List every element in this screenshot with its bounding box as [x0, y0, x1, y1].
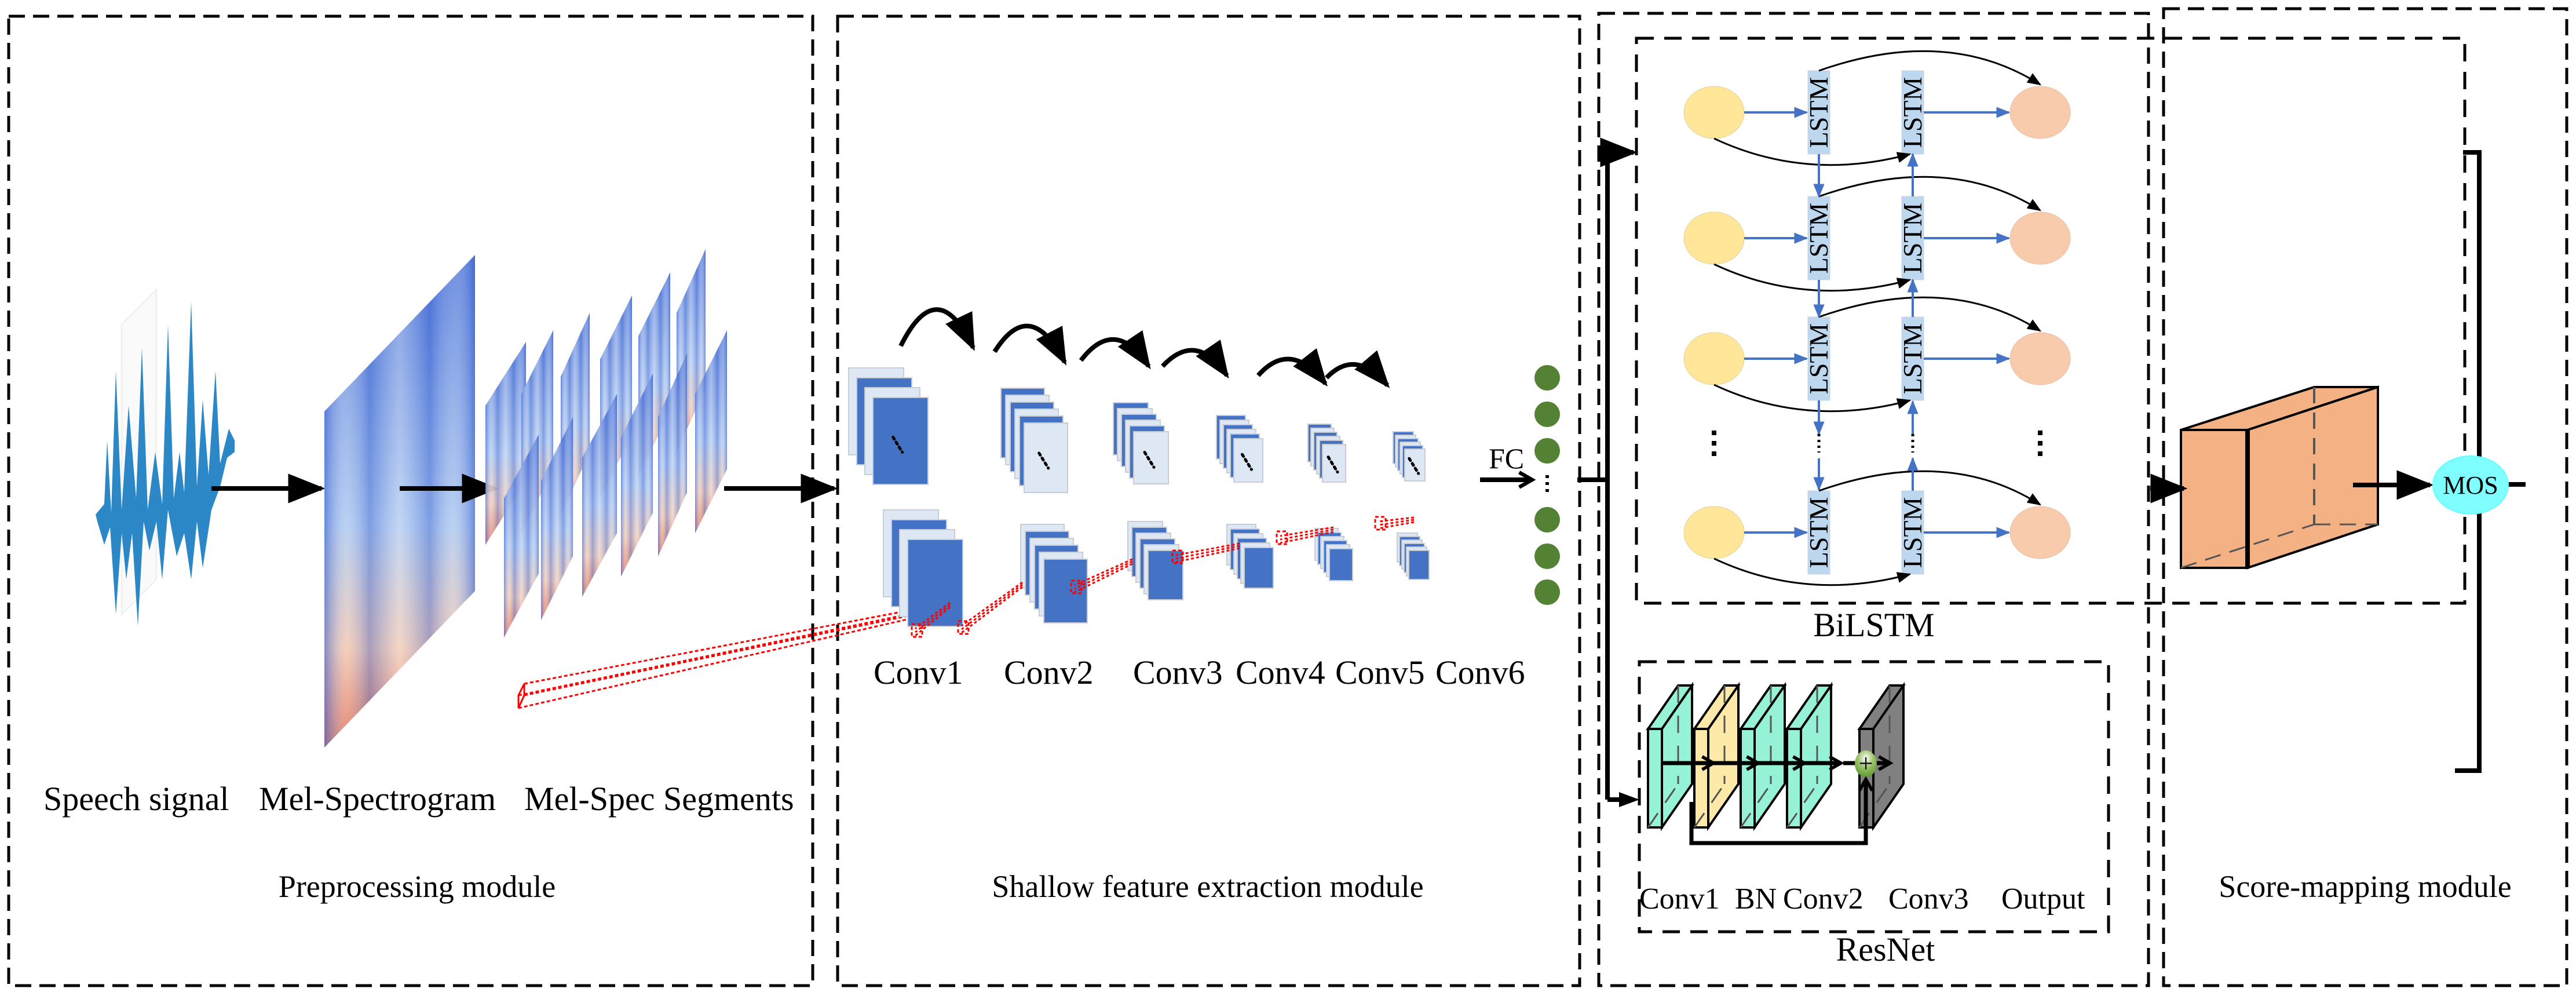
resnet-labels: Conv1 BN Conv2 Conv3 Output	[1639, 882, 2085, 916]
feature-map	[1133, 431, 1169, 484]
label-mel-spectrogram: Mel-Spectrogram	[259, 780, 496, 818]
label-conv6: Conv6	[1435, 654, 1525, 691]
receptive-field-line	[961, 586, 1023, 634]
deep-module-frame	[1597, 12, 2150, 987]
score-box-3d	[2180, 385, 2379, 570]
lstm-cell-label: LSTM	[1898, 323, 1927, 395]
output-node	[2009, 86, 2071, 139]
output-node	[2009, 332, 2071, 385]
receptive-field-line	[961, 583, 1023, 630]
label-conv2: Conv2	[1004, 654, 1094, 691]
skip-arc-arrow	[1256, 348, 1328, 387]
resnet-block-front	[1740, 728, 1756, 829]
conv-skip-arcs	[898, 307, 1390, 388]
fc-nodes	[1534, 365, 1560, 605]
conv-labels: Conv1 Conv2 Conv3 Conv4 Conv5 Conv6	[874, 654, 1525, 691]
feature-map	[1408, 550, 1430, 580]
bilstm-entry-arrowhead	[1616, 145, 1636, 160]
input-node	[1683, 332, 1745, 385]
lstm-cell-label: LSTM	[1898, 497, 1927, 568]
preprocessing-module-title: Preprocessing module	[279, 869, 556, 904]
mel-spectrogram	[324, 255, 475, 747]
fc-to-branches-connector	[1577, 137, 1638, 802]
fc-node	[1534, 438, 1560, 464]
feature-map	[1233, 438, 1263, 483]
lstm-cell-label: LSTM	[1804, 497, 1833, 568]
forward-to-output-arrow	[1818, 50, 2042, 86]
label-resnet-bn: BN	[1735, 882, 1777, 916]
fc-node	[1534, 544, 1560, 569]
label-resnet-output: Output	[2001, 882, 2085, 916]
conv-stacks	[848, 367, 1430, 638]
bilstm-network: LSTM LSTM LSTM LSTM LSTM LSTM LSTM LSTM	[1683, 50, 2071, 586]
fc-node	[1534, 365, 1560, 391]
feature-map	[1024, 422, 1068, 493]
resnet-block-front	[1647, 728, 1663, 829]
label-resnet-conv3: Conv3	[1888, 882, 1969, 916]
label-speech-signal: Speech signal	[43, 780, 229, 818]
mel-spec-segments	[485, 249, 727, 637]
label-conv1: Conv1	[874, 654, 963, 691]
label-mel-spec-segments: Mel-Spec Segments	[524, 780, 794, 818]
shallow-module-title: Shallow feature extraction module	[992, 869, 1423, 904]
sum-symbol: +	[1859, 749, 1873, 778]
fc-node	[1534, 402, 1560, 427]
fc-node	[1534, 507, 1560, 532]
feature-map	[872, 397, 929, 485]
feature-map	[1244, 547, 1274, 589]
speech-waveform-icon	[96, 287, 235, 626]
resnet-network: +	[1646, 681, 1906, 845]
lstm-cell-label: LSTM	[1804, 77, 1833, 148]
feature-map	[1404, 448, 1426, 482]
lstm-cell-label: LSTM	[1898, 203, 1927, 274]
bilstm-title: BiLSTM	[1813, 606, 1935, 644]
shallow-module-frame	[836, 14, 1581, 987]
fc-label: FC	[1489, 442, 1524, 475]
resnet-entry-arrowhead	[1619, 792, 1639, 807]
forward-to-output-arrow	[1818, 470, 2042, 506]
label-resnet-conv1: Conv1	[1639, 882, 1720, 916]
mos-label: MOS	[2443, 471, 2498, 499]
label-conv4: Conv4	[1236, 654, 1325, 691]
forward-to-output-arrow	[1818, 296, 2042, 332]
resnet-block-front	[1693, 728, 1709, 829]
output-node	[2009, 506, 2071, 559]
input-node	[1683, 506, 1745, 559]
receptive-field-line	[961, 581, 1023, 627]
resnet-title: ResNet	[1836, 931, 1935, 968]
skip-arc-arrow	[1161, 339, 1229, 379]
input-node	[1683, 86, 1745, 139]
label-conv3: Conv3	[1133, 654, 1223, 691]
skip-arc-arrow	[898, 307, 975, 351]
label-conv5: Conv5	[1335, 654, 1425, 691]
lstm-cell-label: LSTM	[1804, 323, 1833, 395]
feature-map	[1322, 444, 1346, 483]
label-resnet-conv2: Conv2	[1783, 882, 1864, 916]
skip-arc-arrow	[992, 323, 1067, 366]
lstm-cell-label: LSTM	[1898, 77, 1927, 148]
skip-arc-arrow	[1079, 330, 1151, 370]
fc-node	[1534, 579, 1560, 605]
skip-arc-arrow	[1325, 350, 1390, 388]
architecture-diagram: Speech signal Mel-Spectrogram Mel-Spec S…	[7, 7, 2568, 987]
lstm-cell-label: LSTM	[1804, 203, 1833, 274]
resnet-block-front	[1786, 728, 1802, 829]
input-node	[1683, 211, 1745, 265]
score-module-title: Score-mapping module	[2219, 869, 2511, 904]
output-node	[2009, 211, 2071, 265]
forward-to-output-arrow	[1818, 176, 2042, 211]
feature-map	[1329, 548, 1353, 581]
